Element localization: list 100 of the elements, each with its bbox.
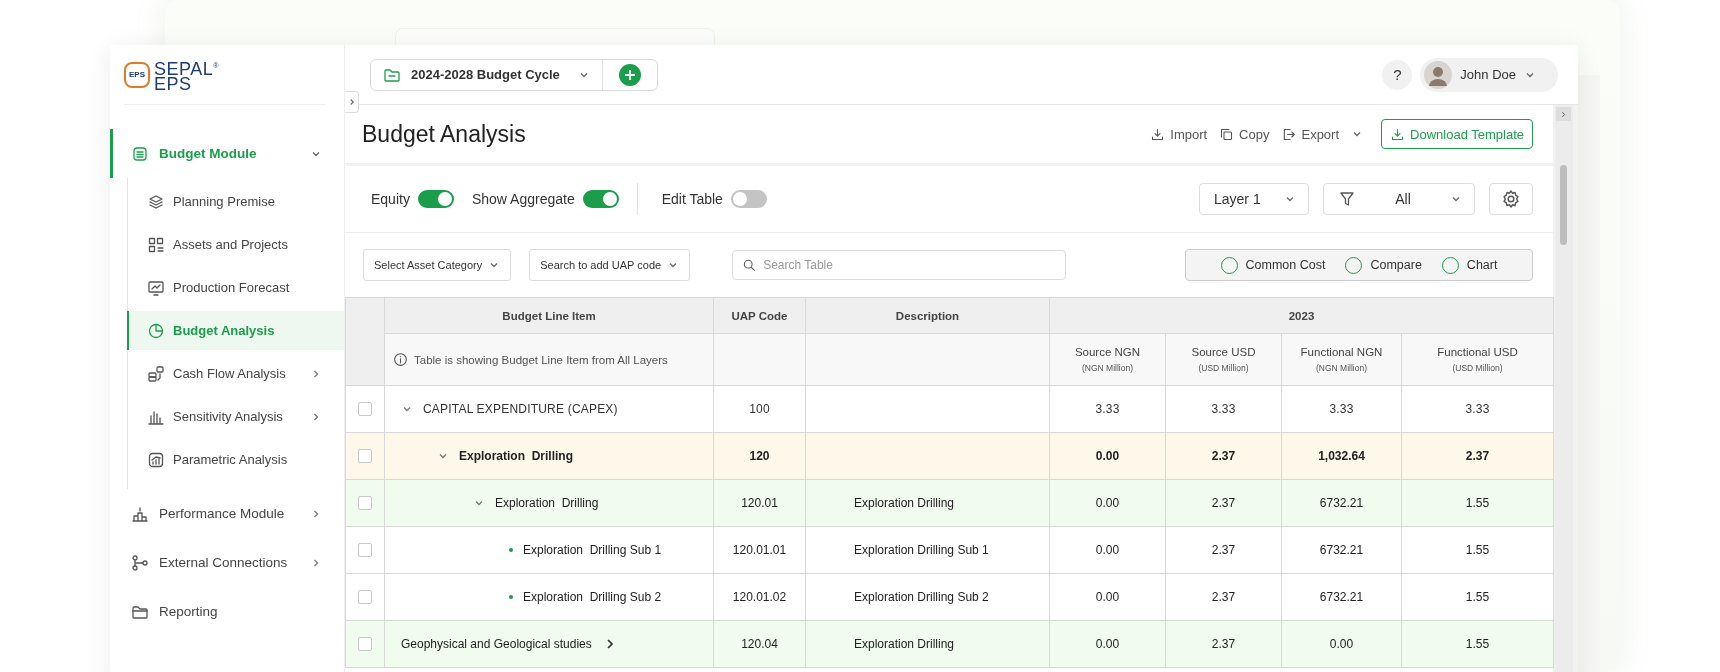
- table-cell: 3.33: [1329, 402, 1354, 416]
- sidebar-item[interactable]: Performance Module: [110, 489, 344, 538]
- sidebar-item[interactable]: Reporting: [110, 587, 344, 636]
- table-cell: 0.00: [1095, 590, 1120, 604]
- grid-icon: [147, 235, 165, 254]
- row-checkbox[interactable]: [358, 496, 372, 511]
- info-icon: [393, 352, 408, 367]
- table-cell: 2.37: [1211, 637, 1236, 651]
- column-header: Budget Line Item: [502, 309, 596, 322]
- settings-button[interactable]: [1489, 183, 1533, 215]
- toggle-switch[interactable]: [730, 190, 767, 208]
- table-cell: 1.55: [1465, 590, 1490, 604]
- sidebar-item[interactable]: External Connections: [110, 538, 344, 587]
- table-cell: 6732.21: [1319, 543, 1364, 557]
- radio-option[interactable]: Compare: [1345, 256, 1422, 274]
- row-checkbox[interactable]: [358, 590, 372, 605]
- toggle-label: Equity: [371, 191, 410, 207]
- table-cell: 6732.21: [1319, 590, 1364, 604]
- row-checkbox[interactable]: [358, 543, 372, 558]
- table-cell: 120.01: [741, 496, 778, 510]
- toolbar-action[interactable]: Export: [1281, 126, 1340, 142]
- table-cell: 2.37: [1211, 496, 1236, 510]
- table-cell: 0.00: [1329, 637, 1354, 651]
- table-cell: Geophysical and Geological studies: [401, 637, 592, 651]
- sidebar-subitem[interactable]: Assets and Projects: [127, 225, 344, 264]
- row-checkbox[interactable]: [358, 402, 372, 417]
- logo-badge: EPS: [124, 61, 150, 88]
- table-cell: 0.00: [1095, 449, 1120, 463]
- search-field[interactable]: Search Table: [732, 250, 1067, 280]
- table-cell: Exploration Drilling: [459, 449, 573, 463]
- scrollbar[interactable]: [1555, 105, 1573, 672]
- download-button[interactable]: Download Template: [1381, 119, 1533, 149]
- chevron-right-icon: [1559, 109, 1568, 119]
- table-cell: CAPITAL EXPENDITURE (CAPEX): [423, 402, 618, 416]
- table-cell: 120: [749, 449, 770, 463]
- settings-icon: [1501, 189, 1521, 209]
- sidebar-subitem[interactable]: Cash Flow Analysis: [127, 354, 344, 393]
- sidebar-subitem[interactable]: Planning Premise: [127, 182, 344, 221]
- toolbar-action[interactable]: Copy: [1219, 126, 1270, 142]
- table-cell: Exploration Drilling: [854, 496, 955, 510]
- cashflow-icon: [147, 364, 165, 383]
- add-button[interactable]: [619, 63, 641, 86]
- table-cell: 2.37: [1211, 543, 1236, 557]
- table-cell: Exploration Drilling: [495, 496, 599, 510]
- copy-icon: [1219, 126, 1235, 142]
- radio-option[interactable]: Chart: [1441, 256, 1498, 274]
- toggle-label: Edit Table: [661, 191, 723, 207]
- column-header: 2023: [1288, 309, 1315, 322]
- table-cell: Exploration Drilling Sub 1: [854, 543, 989, 557]
- logo-text: SEPAL$^{®}$: [154, 57, 219, 77]
- uap-code-dropdown[interactable]: Search to add UAP code: [529, 249, 691, 281]
- info-text: Table is showing Budget Line Item from All Layers: [414, 353, 668, 366]
- filter-select[interactable]: All: [1323, 183, 1475, 215]
- table-cell: 120.01.01: [732, 543, 787, 557]
- sidebar-subitem[interactable]: Production Forecast: [127, 268, 344, 307]
- collapse-button[interactable]: [345, 91, 359, 113]
- download-icon: [1150, 126, 1166, 142]
- table-cell: 1.55: [1465, 637, 1490, 651]
- column-header: Source NGN (NGN Million): [1073, 346, 1142, 373]
- toggle-switch[interactable]: [417, 190, 454, 208]
- layer-select[interactable]: Layer 1: [1199, 183, 1309, 215]
- table-cell: 0.00: [1095, 637, 1120, 651]
- table-cell: 120.01.02: [732, 590, 787, 604]
- table-cell: 120.04: [741, 637, 778, 651]
- row-checkbox[interactable]: [358, 637, 372, 652]
- row-checkbox[interactable]: [358, 449, 372, 464]
- bullet-icon: [509, 595, 513, 599]
- monitor-icon: [147, 278, 165, 297]
- column-header: Functional NGN (NGN Million): [1299, 346, 1384, 373]
- table-cell: 3.33: [1465, 402, 1490, 416]
- bullet-icon: [509, 548, 513, 552]
- table-cell: Exploration Drilling: [854, 637, 955, 651]
- table-cell: 2.37: [1211, 449, 1236, 463]
- table-cell: 3.33: [1211, 402, 1236, 416]
- toggle-label: Show Aggregate: [471, 191, 575, 207]
- export-icon: [1281, 126, 1297, 142]
- help-button[interactable]: ?: [1382, 59, 1413, 90]
- toggle-switch[interactable]: [582, 190, 619, 208]
- toolbar-action[interactable]: Import: [1150, 126, 1208, 142]
- table-cell: 1.55: [1465, 543, 1490, 557]
- scrollbar-thumb[interactable]: [1560, 165, 1567, 245]
- table-cell: Exploration Drilling Sub 2: [854, 590, 989, 604]
- table-cell: 100: [749, 402, 770, 416]
- sidebar-subitem[interactable]: Parametric Analysis: [127, 440, 344, 479]
- download-icon: [1390, 126, 1406, 142]
- sidebar-subitem[interactable]: Sensitivity Analysis: [127, 397, 344, 436]
- chart-box-icon: [147, 450, 165, 469]
- pie-icon: [147, 321, 165, 340]
- nodes-icon: [131, 553, 149, 572]
- table-cell: Exploration Drilling Sub 1: [523, 543, 662, 557]
- table-cell: 2.37: [1211, 590, 1236, 604]
- asset-category-dropdown[interactable]: Select Asset Category: [363, 249, 512, 281]
- table-cell: Exploration Drilling Sub 2: [523, 590, 662, 604]
- radio-option[interactable]: Common Cost: [1220, 256, 1326, 274]
- table-cell: 1.55: [1465, 496, 1490, 510]
- cycle-dropdown[interactable]: 2024-2028 Budget Cycle: [371, 59, 603, 90]
- table-cell: 6732.21: [1319, 496, 1364, 510]
- filter-icon: [1338, 190, 1356, 208]
- document-icon: [131, 144, 149, 163]
- user-menu[interactable]: John Doe: [1420, 57, 1558, 92]
